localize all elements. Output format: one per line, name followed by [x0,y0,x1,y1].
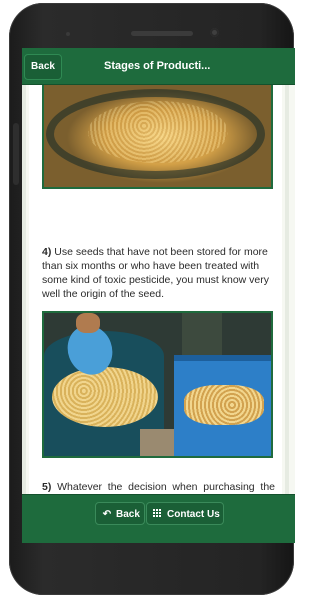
page-title: Stages of Producti... [104,60,211,72]
hand [76,313,100,333]
paragraph-5-number: 5) [42,481,52,493]
front-camera [210,28,219,37]
seeds-bowl-image [42,85,273,189]
paragraph-5-text: Whatever the decision when purchasing th… [57,481,275,493]
contact-us-label: Contact Us [167,509,220,520]
corn-in-bin [184,385,264,425]
corn-buckets-image [42,311,273,458]
content-area[interactable]: 4) Use seeds that have not been stored f… [22,85,295,494]
side-key [13,123,19,185]
contact-us-button[interactable]: Contact Us [146,502,224,525]
app-header: Back Stages of Producti... [22,48,295,85]
app-screen: Back Stages of Producti... 4) Use seeds … [22,48,295,543]
right-rail [285,85,289,494]
corn-pile [52,367,158,427]
paragraph-4: 4) Use seeds that have not been stored f… [42,245,275,301]
grid-icon [153,509,162,518]
reply-arrow-icon: ↶ [102,509,112,520]
footer-back-label: Back [116,509,140,520]
paragraph-5: 5) Whatever the decision when purchasing… [42,480,275,494]
sensor-dot [66,32,70,36]
paragraph-4-number: 4) [42,246,52,258]
paragraph-4-text: Use seeds that have not been stored for … [42,246,270,300]
speaker-grille [131,31,193,36]
footer-back-button[interactable]: ↶ Back [95,502,145,525]
app-footer: ↶ Back Contact Us [22,494,295,543]
left-rail [22,85,26,494]
grain-texture [88,101,228,163]
header-back-button[interactable]: Back [24,54,62,80]
person-legs [182,313,222,355]
